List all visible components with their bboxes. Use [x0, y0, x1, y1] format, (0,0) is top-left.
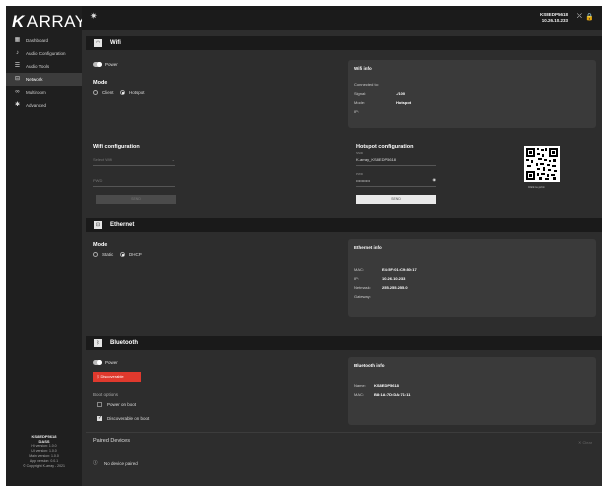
- ethernet-static-label: Static: [102, 252, 114, 257]
- top-bar: ✷ KS8EDP5618 10.26.10.233 ⛌ 🔒: [82, 6, 602, 30]
- bluetooth-icon: ᛒ: [94, 339, 102, 347]
- wifi-pwd-field[interactable]: PWD: [93, 178, 175, 187]
- wifi-mode-label: Mode: [93, 80, 108, 86]
- ethernet-icon: ⊡: [94, 221, 102, 229]
- wifi-power-label: Power: [105, 62, 118, 67]
- dashboard-icon: ▦: [14, 37, 21, 43]
- sidebar-item-network[interactable]: ⊟ Network: [6, 73, 82, 86]
- paired-devices-title: Paired Devices: [93, 438, 130, 444]
- theme-toggle-sun-icon[interactable]: ✷: [90, 11, 98, 22]
- ethernet-section-header: ⊡ Ethernet: [86, 218, 602, 232]
- sidebar-nav: ▦ Dashboard ♪ Audio Configuration ☰ Audio T…: [6, 34, 82, 112]
- link-icon: ∞: [15, 89, 20, 95]
- ethernet-info-card: Ethernet info MAC: E4:5F:01:C9:80:17 IP:…: [348, 239, 596, 317]
- k-array-logo: K ARRAY: [12, 12, 87, 31]
- wifi-send-button[interactable]: SEND: [96, 195, 176, 204]
- hotspot-qr-code[interactable]: [524, 146, 560, 182]
- music-note-icon: ♪: [16, 50, 19, 56]
- hotspot-ssid-field[interactable]: K-array_KS8EDP5618: [356, 157, 436, 166]
- power-on-boot-label: Power on boot: [107, 402, 137, 407]
- qr-caption: Click to print: [528, 185, 545, 189]
- sliders-icon: ☰: [14, 63, 21, 69]
- bluetooth-power-label: Power: [105, 360, 118, 365]
- divider: [86, 432, 602, 433]
- sidebar-item-audio-tools[interactable]: ☰ Audio Tools: [6, 60, 82, 73]
- network-icon: ⊟: [14, 76, 21, 82]
- sidebar-item-advanced[interactable]: ✱ Advanced: [6, 99, 82, 112]
- wifi-power-toggle[interactable]: [93, 62, 102, 67]
- info-icon: ⓘ: [93, 460, 98, 465]
- user-icon[interactable]: ⛌: [577, 13, 582, 21]
- wifi-icon: ◠: [94, 39, 102, 47]
- hotspot-pwd-field[interactable]: •••••••••• ◉: [356, 177, 437, 187]
- topbar-device-info: KS8EDP5618 10.26.10.233: [539, 12, 568, 23]
- wifi-hotspot-label: Hotspot: [129, 90, 145, 95]
- lock-icon[interactable]: 🔒: [585, 13, 594, 21]
- wifi-client-label: Client: [102, 90, 114, 95]
- power-on-boot-checkbox[interactable]: [97, 402, 102, 407]
- sidebar: K ARRAY ▦ Dashboard ♪ Audio Configuration ☰…: [6, 6, 86, 486]
- wifi-section-header: ◠ Wifi: [86, 36, 602, 50]
- wifi-mode-hotspot-radio[interactable]: [120, 90, 125, 95]
- sidebar-item-dashboard[interactable]: ▦ Dashboard: [6, 34, 82, 47]
- discoverable-on-boot-label: Discoverable on boot: [107, 416, 150, 421]
- eye-icon[interactable]: ◉: [433, 177, 437, 182]
- sidebar-footer: KS8EDP5618 DASS Hi version: 1.0.0 UI ver…: [6, 434, 82, 469]
- wifi-select[interactable]: Select Wifi ⌄: [93, 157, 175, 166]
- ethernet-mode-static-radio[interactable]: [93, 252, 98, 257]
- gear-icon: ✱: [14, 102, 21, 108]
- sidebar-item-audio-configuration[interactable]: ♪ Audio Configuration: [6, 47, 82, 60]
- hotspot-config-title: Hotspot configuration: [356, 144, 414, 150]
- app-window: K ARRAY ▦ Dashboard ♪ Audio Configuration ☰…: [6, 6, 602, 486]
- wifi-config-title: Wifi configuration: [93, 144, 140, 150]
- wifi-mode-client-radio[interactable]: [93, 90, 98, 95]
- boot-options-label: Boot options: [93, 392, 119, 397]
- bluetooth-power-toggle[interactable]: [93, 360, 102, 365]
- clear-button[interactable]: ✕ Clear: [578, 440, 592, 445]
- wifi-info-card: Wifi info Connected to: Signal: -/100 Mo…: [348, 60, 596, 128]
- copyright: © Copyright K-array - 2021: [23, 464, 65, 468]
- ethernet-mode-dhcp-radio[interactable]: [120, 252, 125, 257]
- bluetooth-info-card: Bluetooth info Name: KS8EDP5618 MAC: B8:…: [348, 357, 596, 425]
- hotspot-send-button[interactable]: SEND: [356, 195, 436, 204]
- sidebar-item-multiroom[interactable]: ∞ Multiroom: [6, 86, 82, 99]
- no-device-paired-label: No device paired: [104, 461, 138, 466]
- ethernet-dhcp-label: DHCP: [129, 252, 142, 257]
- ethernet-mode-label: Mode: [93, 242, 108, 248]
- discoverable-on-boot-checkbox[interactable]: [97, 415, 102, 421]
- discoverable-button[interactable]: ᛒ Discoverable: [93, 372, 141, 382]
- bluetooth-section-header: ᛒ Bluetooth: [86, 336, 602, 350]
